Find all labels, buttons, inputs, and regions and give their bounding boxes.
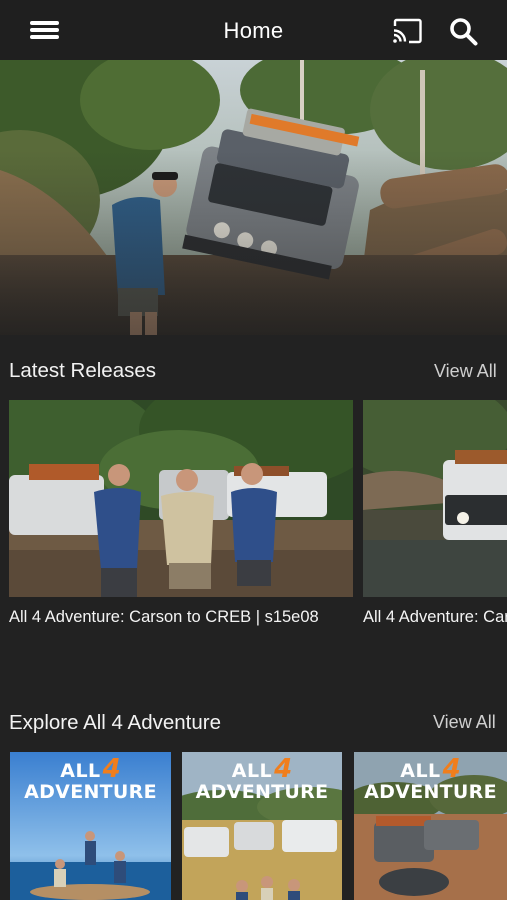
hero-banner[interactable]: [0, 60, 507, 335]
page-title: Home: [223, 18, 284, 43]
video-thumbnail: [363, 400, 507, 597]
hero-image: [0, 60, 507, 335]
show-poster[interactable]: ALL4 ADVENTURE: [182, 752, 342, 900]
video-card[interactable]: All 4 Adventure: Carson to CREB: [363, 400, 507, 630]
video-card[interactable]: All 4 Adventure: Carson to CREB | s15e08: [9, 400, 353, 630]
explore-section-title: Explore All 4 Adventure: [9, 711, 221, 734]
explore-view-all-link[interactable]: View All: [433, 712, 496, 733]
show-poster[interactable]: ALL4 ADVENTURE: [10, 752, 171, 900]
top-app-bar: Home: [0, 0, 507, 60]
all-4-adventure-logo: ALL4 ADVENTURE: [24, 754, 157, 803]
show-poster[interactable]: ALL4 ADVENTURE: [354, 752, 507, 900]
video-thumbnail: [9, 400, 353, 597]
search-icon[interactable]: [449, 17, 478, 46]
video-card-title: All 4 Adventure: Carson to CREB | s15e08: [9, 608, 319, 626]
hamburger-menu-icon[interactable]: [30, 19, 59, 41]
video-card-title: All 4 Adventure: Carson to CREB: [363, 608, 507, 626]
all-4-adventure-logo: ALL4 ADVENTURE: [195, 754, 329, 803]
all-4-adventure-logo: ALL4 ADVENTURE: [364, 754, 497, 803]
latest-releases-view-all-link[interactable]: View All: [434, 361, 497, 382]
latest-releases-title: Latest Releases: [9, 359, 157, 382]
cast-icon[interactable]: [392, 18, 423, 44]
